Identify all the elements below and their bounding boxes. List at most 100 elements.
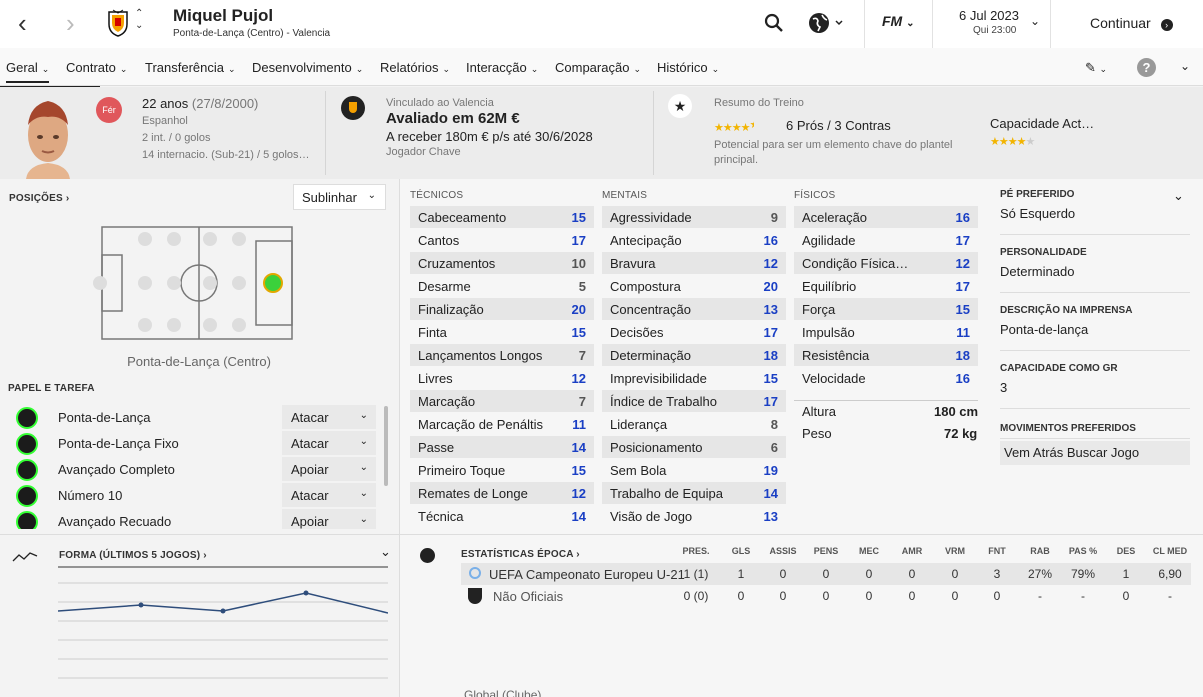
competition-name[interactable]: UEFA Campeonato Europeu U-21 — [489, 567, 685, 582]
stats-column-header[interactable]: VRM — [935, 546, 975, 556]
attribute-row[interactable]: Condição Física… 12 — [794, 252, 978, 274]
attribute-row[interactable]: Trabalho de Equipa 14 — [602, 482, 786, 504]
attribute-row[interactable]: Cantos 17 — [410, 229, 594, 251]
attribute-row[interactable]: Agilidade 17 — [794, 229, 978, 251]
role-row[interactable]: Ponta-de-Lança Fixo Atacar ⌄ — [16, 431, 376, 457]
role-icon — [16, 459, 38, 481]
attribute-row[interactable]: Marcação de Penáltis 11 — [410, 413, 594, 435]
stats-column-header[interactable]: AMR — [892, 546, 932, 556]
continue-button[interactable]: Continuar › — [1090, 15, 1173, 31]
stats-column-header[interactable]: GLS — [721, 546, 761, 556]
tab-transferencia[interactable]: Transferência ⌄ — [145, 60, 236, 75]
edit-pencil-icon[interactable]: ✎ ⌄ — [1085, 60, 1107, 76]
attribute-row[interactable]: Desarme 5 — [410, 275, 594, 297]
attribute-row[interactable]: Marcação 7 — [410, 390, 594, 412]
attribute-row[interactable]: Compostura 20 — [602, 275, 786, 297]
attribute-row[interactable]: Antecipação 16 — [602, 229, 786, 251]
form-collapse-chevron-icon[interactable]: ⌄ — [380, 544, 391, 560]
tab-historico[interactable]: Histórico ⌄ — [657, 60, 719, 75]
attribute-row[interactable]: Impulsão 11 — [794, 321, 978, 343]
attribute-row[interactable]: Passe 14 — [410, 436, 594, 458]
help-icon[interactable]: ? — [1137, 58, 1156, 77]
stats-column-header[interactable]: RAB — [1020, 546, 1060, 556]
height-label: Altura — [802, 404, 836, 419]
stats-column-header[interactable]: PRES. — [676, 546, 716, 556]
duty-dropdown[interactable]: Atacar ⌄ — [282, 405, 376, 429]
positions-title[interactable]: POSIÇÕES › — [9, 193, 69, 204]
attribute-row[interactable]: Posicionamento 6 — [602, 436, 786, 458]
stats-column-header[interactable]: ASSIS — [763, 546, 803, 556]
collapse-chevron-icon[interactable]: ⌄ — [1180, 59, 1190, 73]
attribute-row[interactable]: Lançamentos Longos 7 — [410, 344, 594, 366]
attribute-row[interactable]: Finta 15 — [410, 321, 594, 343]
tab-comparacao[interactable]: Comparação ⌄ — [555, 60, 641, 75]
globe-menu-icon[interactable] — [808, 11, 844, 35]
stats-column-header[interactable]: FNT — [977, 546, 1017, 556]
attribute-row[interactable]: Cabeceamento 15 — [410, 206, 594, 228]
player-youth-caps: 14 internacio. (Sub-21) / 5 golos… — [142, 149, 310, 161]
fm-logo[interactable]: FM ⌄ — [882, 13, 915, 29]
stats-column-header[interactable]: MEC — [849, 546, 889, 556]
attribute-row[interactable]: Decisões 17 — [602, 321, 786, 343]
attribute-row[interactable]: Força 15 — [794, 298, 978, 320]
pros-cons[interactable]: 6 Prós / 3 Contras — [786, 118, 891, 133]
attribute-row[interactable]: Remates de Longe 12 — [410, 482, 594, 504]
role-row[interactable]: Ponta-de-Lança Atacar ⌄ — [16, 405, 376, 431]
attribute-row[interactable]: Velocidade 16 — [794, 367, 978, 389]
player-switch-icon[interactable]: ⌃ ⌄ — [135, 8, 143, 32]
attribute-row[interactable]: Finalização 20 — [410, 298, 594, 320]
tab-contrato[interactable]: Contrato ⌄ — [66, 60, 127, 75]
stats-column-header[interactable]: CL MED — [1150, 546, 1190, 556]
stats-cell: - — [1081, 589, 1085, 603]
attribute-row[interactable]: Determinação 18 — [602, 344, 786, 366]
competition-name[interactable]: Não Oficiais — [493, 589, 563, 604]
attribute-value: 10 — [571, 256, 586, 271]
mental-title: MENTAIS — [602, 190, 648, 201]
stats-column-header[interactable]: DES — [1106, 546, 1146, 556]
attribute-row[interactable]: Técnica 14 — [410, 505, 594, 527]
info-collapse-chevron-icon[interactable]: ⌄ — [1173, 188, 1184, 204]
tab-geral[interactable]: Geral ⌄ — [6, 60, 50, 83]
stats-title[interactable]: ESTATÍSTICAS ÉPOCA › — [461, 549, 580, 560]
role-row[interactable]: Número 10 Atacar ⌄ — [16, 483, 376, 509]
attribute-row[interactable]: Imprevisibilidade 15 — [602, 367, 786, 389]
attribute-name: Cantos — [418, 233, 460, 248]
attribute-value: 14 — [763, 486, 778, 501]
attribute-row[interactable]: Resistência 18 — [794, 344, 978, 366]
chevron-down-icon: ⌄ — [1029, 14, 1040, 28]
attribute-name: Marcação de Penáltis — [418, 417, 544, 432]
tab-desenvolvimento[interactable]: Desenvolvimento ⌄ — [252, 60, 363, 75]
stats-column-header[interactable]: PENS — [806, 546, 846, 556]
duty-dropdown[interactable]: Atacar ⌄ — [282, 431, 376, 455]
attribute-row[interactable]: Aceleração 16 — [794, 206, 978, 228]
attribute-row[interactable]: Índice de Trabalho 17 — [602, 390, 786, 412]
attribute-row[interactable]: Liderança 8 — [602, 413, 786, 435]
tab-relatorios[interactable]: Relatórios ⌄ — [380, 60, 450, 75]
attribute-row[interactable]: Concentração 13 — [602, 298, 786, 320]
attribute-row[interactable]: Cruzamentos 10 — [410, 252, 594, 274]
duty-dropdown[interactable]: Atacar ⌄ — [282, 483, 376, 507]
attribute-row[interactable]: Livres 12 — [410, 367, 594, 389]
date-display[interactable]: 6 Jul 2023 Qui 23:00 ⌄ — [933, 0, 1050, 48]
forward-arrow-icon[interactable]: › — [66, 10, 75, 36]
preferred-move-item[interactable]: Vem Atrás Buscar Jogo — [1000, 441, 1190, 465]
attribute-row[interactable]: Agressividade 9 — [602, 206, 786, 228]
attribute-row[interactable]: Sem Bola 19 — [602, 459, 786, 481]
roles-scrollbar[interactable] — [384, 406, 388, 486]
duty-dropdown[interactable]: Apoiar ⌄ — [282, 457, 376, 481]
search-icon[interactable] — [764, 13, 784, 33]
role-row[interactable]: Avançado Recuado Apoiar ⌄ — [16, 509, 376, 529]
attribute-value: 12 — [571, 486, 586, 501]
highlight-dropdown[interactable]: Sublinhar ⌄ — [293, 184, 386, 210]
form-title[interactable]: FORMA (ÚLTIMOS 5 JOGOS) › — [59, 550, 207, 561]
stats-column-header[interactable]: PAS % — [1063, 546, 1103, 556]
duty-dropdown[interactable]: Apoiar ⌄ — [282, 509, 376, 529]
player-nationality: Espanhol — [142, 115, 188, 127]
attribute-row[interactable]: Primeiro Toque 15 — [410, 459, 594, 481]
attribute-row[interactable]: Bravura 12 — [602, 252, 786, 274]
role-row[interactable]: Avançado Completo Apoiar ⌄ — [16, 457, 376, 483]
attribute-row[interactable]: Equilíbrio 17 — [794, 275, 978, 297]
tab-interaccao[interactable]: Interacção ⌄ — [466, 60, 538, 75]
attribute-row[interactable]: Visão de Jogo 13 — [602, 505, 786, 527]
back-arrow-icon[interactable]: ‹ — [18, 10, 27, 36]
